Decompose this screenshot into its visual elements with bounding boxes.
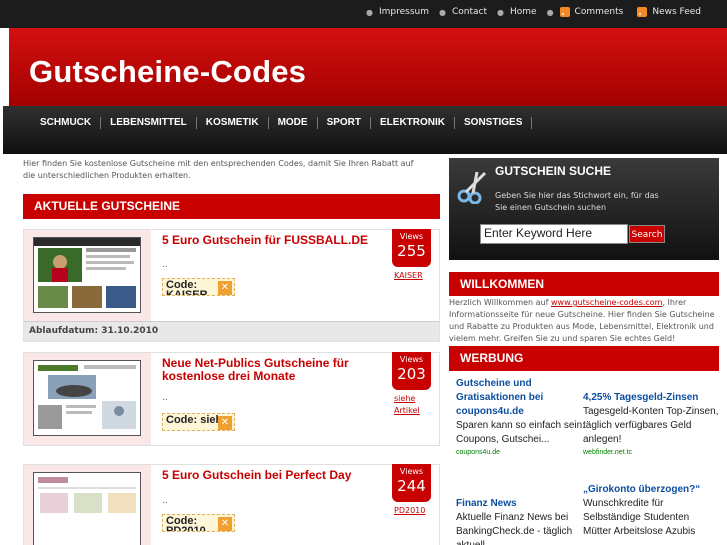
top-link-impressum[interactable]: ● Impressum: [366, 7, 429, 17]
ad-body: Wunschkredite für Selbständige Studenten…: [583, 498, 696, 537]
coupon-post: 5 Euro Gutschein für FUSSBALL.DE .. Code…: [23, 229, 440, 342]
search-input[interactable]: Enter Keyword Here: [480, 224, 628, 244]
bullet-icon: ●: [365, 7, 373, 17]
ad-body: Aktuelle Finanz News bei BankingCheck.de…: [456, 512, 573, 545]
fussball-screenshot-image: [34, 238, 140, 312]
coupon-title-link[interactable]: 5 Euro Gutschein für FUSSBALL.DE: [162, 234, 382, 247]
welcome-site-link[interactable]: www.gutscheine-codes.com: [551, 298, 662, 307]
bullet-icon: ●: [546, 7, 554, 17]
ad-title-link[interactable]: Gutscheine und Gratisaktionen bei coupon…: [456, 377, 586, 419]
nav-item-elektronik[interactable]: ELEKTRONIK: [371, 117, 456, 129]
ad-title-link[interactable]: Finanz News: [456, 497, 586, 511]
ad-body: Sparen kann so einfach sein: Coupons, Gu…: [456, 420, 585, 445]
coupon-post: Neue Net-Publics Gutscheine für kostenlo…: [23, 352, 440, 446]
rss-icon: [637, 7, 648, 17]
top-link-label: Home: [509, 7, 537, 17]
welcome-text: Herzlich Willkommen auf www.gutscheine-c…: [449, 297, 719, 345]
top-link-label: Contact: [451, 7, 487, 17]
coupon-title-link[interactable]: 5 Euro Gutschein bei Perfect Day: [162, 469, 382, 482]
search-button[interactable]: Search: [629, 225, 665, 243]
ad-title-link[interactable]: „Girokonto überzogen?“: [583, 483, 719, 497]
section-heading-ads: WERBUNG: [449, 346, 719, 371]
search-widget: GUTSCHEIN SUCHE Geben Sie hier das Stich…: [449, 158, 719, 260]
views-badge: Views 244: [392, 464, 431, 502]
ad-item[interactable]: Gutscheine und Gratisaktionen bei coupon…: [456, 377, 586, 459]
top-link-label: Impressum: [378, 7, 429, 17]
top-link-comments[interactable]: ● Comments: [546, 7, 624, 17]
coupon-excerpt: ..: [162, 496, 168, 506]
coupon-code-box[interactable]: Code: PD2010 ✕: [162, 514, 235, 532]
top-link-label: Comments: [574, 7, 624, 17]
ad-item[interactable]: 4,25% Tagesgeld-Zinsen Tagesgeld-Konten …: [583, 391, 719, 459]
coupon-thumbnail[interactable]: [33, 472, 141, 545]
ad-url[interactable]: coupons4u.de: [456, 447, 586, 459]
site-header: Gutscheine-Codes: [9, 28, 727, 106]
rss-icon: [559, 7, 570, 17]
coupon-code-box[interactable]: Code: siehe ✕: [162, 413, 235, 431]
coupon-thumbnail[interactable]: [33, 237, 141, 313]
ad-url[interactable]: webfinder.net.tc: [583, 447, 719, 459]
coupon-excerpt: ..: [162, 393, 168, 403]
top-bar: ● Impressum ● Contact ● Home ● Comments News…: [0, 0, 727, 28]
coupon-author-link[interactable]: PD2010: [394, 505, 434, 517]
perfectday-screenshot-image: [34, 473, 140, 545]
top-link-contact[interactable]: ● Contact: [439, 7, 487, 17]
ad-body: Tagesgeld-Konten Top-Zinsen, täglich ver…: [583, 406, 719, 445]
views-label: Views: [399, 467, 424, 476]
coupon-author-link[interactable]: siehe Artikel: [394, 393, 434, 417]
scissor-close-icon[interactable]: ✕: [218, 416, 232, 430]
nav-item-kosmetik[interactable]: KOSMETIK: [197, 117, 269, 129]
bullet-icon: ●: [439, 7, 446, 17]
views-count: 203: [397, 365, 426, 383]
views-label: Views: [399, 232, 424, 241]
expiry-date: Ablaufdatum: 31.10.2010: [24, 321, 439, 341]
views-badge: Views 203: [392, 352, 431, 390]
top-links: ● Impressum ● Contact ● Home ● Comments News…: [356, 7, 701, 17]
intro-text: Hier finden Sie kostenlose Gutscheine mi…: [23, 159, 414, 180]
section-heading-coupons: AKTUELLE GUTSCHEINE: [23, 194, 440, 219]
coupon-thumbnail[interactable]: [33, 360, 141, 436]
welcome-pre: Herzlich Willkommen auf: [449, 298, 551, 307]
nav-item-schmuck[interactable]: SCHMUCK: [31, 117, 102, 129]
ad-item[interactable]: „Girokonto überzogen?“ Wunschkredite für…: [583, 483, 719, 539]
coupon-post: 5 Euro Gutschein bei Perfect Day .. Code…: [23, 464, 440, 545]
coupon-code-box[interactable]: Code: KAISER ✕: [162, 278, 235, 296]
views-badge: Views 255: [392, 229, 431, 267]
views-count: 255: [397, 242, 426, 260]
site-title[interactable]: Gutscheine-Codes: [29, 54, 306, 90]
top-link-label: News Feed: [652, 7, 701, 17]
bullet-icon: ●: [497, 7, 504, 17]
main-nav: SCHMUCK LEBENSMITTEL KOSMETIK MODE SPORT…: [3, 106, 727, 154]
top-link-newsfeed[interactable]: News Feed: [633, 7, 701, 17]
coupon-title-link[interactable]: Neue Net-Publics Gutscheine für kostenlo…: [162, 357, 382, 383]
scissor-close-icon[interactable]: ✕: [218, 517, 232, 531]
search-description: Geben Sie hier das Stichwort ein, für da…: [495, 191, 659, 212]
ad-title-link[interactable]: 4,25% Tagesgeld-Zinsen: [583, 391, 719, 405]
views-label: Views: [399, 355, 424, 364]
scissor-close-icon[interactable]: ✕: [218, 281, 232, 295]
netpublics-screenshot-image: [34, 361, 140, 435]
ad-item[interactable]: Finanz News Aktuelle Finanz News bei Ban…: [456, 497, 586, 545]
views-count: 244: [397, 477, 426, 495]
ads-block: Gutscheine und Gratisaktionen bei coupon…: [449, 371, 719, 545]
search-heading: GUTSCHEIN SUCHE: [495, 164, 612, 178]
coupon-excerpt: ..: [162, 260, 168, 270]
coupon-author-link[interactable]: KAISER: [394, 270, 434, 282]
nav-item-mode[interactable]: MODE: [269, 117, 318, 129]
scissors-icon: [457, 171, 487, 204]
top-link-home[interactable]: ● Home: [497, 7, 537, 17]
nav-item-sonstiges[interactable]: SONSTIGES: [455, 117, 533, 129]
nav-item-sport[interactable]: SPORT: [318, 117, 372, 129]
nav-item-lebensmittel[interactable]: LEBENSMITTEL: [101, 117, 197, 129]
section-heading-welcome: WILLKOMMEN: [449, 272, 719, 296]
